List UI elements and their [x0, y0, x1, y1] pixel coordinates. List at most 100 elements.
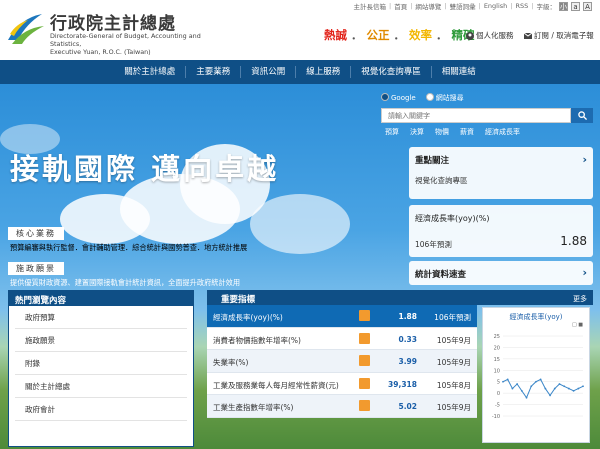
data-point[interactable]	[577, 387, 580, 390]
popular-content-title: 熱門瀏覽內容	[9, 291, 193, 306]
search-icon	[577, 111, 587, 120]
popular-content-panel: 熱門瀏覽內容 政府預算 施政願景 附錄 關於主計總處 政府會計	[8, 290, 194, 447]
indicator-row[interactable]: 經濟成長率(yoy)(%) 1.88 106年預測	[207, 305, 477, 328]
link-english[interactable]: English	[484, 2, 507, 10]
indicator-row[interactable]: 失業率(%) 3.99 105年9月	[207, 350, 477, 373]
key-indicators-header: 重要指標 更多	[207, 290, 593, 305]
indicator-period: 105年9月	[436, 335, 471, 345]
indicator-name: 消費者物價指數年增率(%)	[213, 335, 301, 345]
keyword-budget[interactable]: 預算	[385, 127, 399, 137]
y-tick-label: 15	[494, 357, 500, 363]
chevron-right-icon: ›	[582, 266, 587, 279]
link-sitemap[interactable]: 網站導覽	[415, 1, 441, 11]
link-home[interactable]: 首頁	[394, 1, 407, 11]
y-tick-label: 10	[494, 368, 500, 374]
data-point[interactable]	[520, 389, 523, 392]
radio-google[interactable]: Google	[381, 93, 416, 103]
data-point[interactable]	[535, 380, 537, 383]
radio-site-search[interactable]: 網站搜尋	[426, 93, 464, 103]
indicator-value: 5.02	[398, 402, 417, 411]
focus-card-link[interactable]: 視覺化查詢專區	[415, 175, 468, 186]
indicator-period: 105年8月	[436, 380, 471, 390]
font-size-large[interactable]: A	[583, 1, 592, 11]
chart-title: 經濟成長率(yoy)	[509, 313, 563, 321]
data-point[interactable]	[567, 387, 570, 390]
popular-item-appendix[interactable]: 附錄	[15, 352, 187, 375]
data-point[interactable]	[539, 378, 542, 381]
data-point[interactable]	[506, 378, 509, 381]
indicator-name: 工業生產指數年增率(%)	[213, 403, 294, 412]
data-point[interactable]	[502, 380, 504, 383]
org-name-cn[interactable]: 行政院主計總處	[50, 9, 176, 34]
nav-visual-query[interactable]: 視覺化查詢專區	[350, 66, 431, 78]
indicator-row[interactable]: 消費者物價指數年增率(%) 0.33 105年9月	[207, 327, 477, 350]
chart-icon[interactable]	[359, 310, 370, 321]
indicator-name: 經濟成長率(yoy)(%)	[213, 313, 283, 322]
keyword-salary[interactable]: 薪資	[460, 127, 474, 137]
font-size-small[interactable]: 小	[559, 1, 568, 11]
y-tick-label: -5	[495, 403, 500, 409]
org-name-en-line2: Executive Yuan, R.O.C. (Taiwan)	[50, 48, 151, 56]
data-point[interactable]	[549, 394, 551, 397]
y-tick-label: 0	[497, 391, 500, 397]
chart-plot: 25 20 15 10 5 0 -5 -10	[492, 334, 584, 420]
link-rss[interactable]: RSS	[516, 2, 529, 10]
nav-main-business[interactable]: 主要業務	[185, 66, 240, 78]
data-point[interactable]	[525, 396, 528, 399]
search-input[interactable]	[381, 108, 571, 123]
chart-icon[interactable]	[359, 377, 370, 389]
y-tick-label: 5	[497, 380, 500, 386]
data-point[interactable]	[572, 389, 575, 392]
indicator-row[interactable]: 工業及服務業每人每月經常性薪資(元) 39,318 105年8月	[207, 372, 477, 395]
subscribe-label: 訂閱 / 取消電子報	[534, 31, 594, 40]
data-point[interactable]	[516, 383, 519, 385]
keyword-final-accounts[interactable]: 決算	[410, 127, 424, 137]
data-point[interactable]	[558, 383, 561, 385]
growth-chart: 經濟成長率(yoy) □ ■ 25 20 15 10 5 0 -5 -10	[482, 307, 590, 443]
quick-stats-title: 統計資料速查	[415, 270, 467, 280]
popular-item-gov-budget[interactable]: 政府預算	[15, 306, 187, 329]
data-point[interactable]	[530, 385, 533, 388]
hero-title: 接軌國際 邁向卓越	[10, 152, 280, 186]
nav-about[interactable]: 關於主計總處	[114, 66, 185, 78]
indicator-value: 3.99	[398, 357, 417, 366]
popular-item-vision[interactable]: 施政願景	[15, 329, 187, 352]
link-director-mailbox[interactable]: 主計長信箱	[354, 1, 387, 11]
chart-icon[interactable]	[359, 400, 370, 411]
indicator-value: 0.33	[398, 334, 417, 344]
chart-icon[interactable]	[359, 332, 370, 344]
popular-item-about[interactable]: 關於主計總處	[15, 375, 187, 398]
nav-info-disclosure[interactable]: 資訊公開	[240, 66, 295, 78]
key-indicators-title: 重要指標	[221, 295, 256, 305]
data-point[interactable]	[553, 387, 556, 390]
dgbas-logo[interactable]	[6, 10, 46, 48]
gdp-card-title: 經濟成長率(yoy)(%)	[415, 214, 490, 223]
personal-service-link[interactable]: 個人化服務	[466, 30, 514, 41]
nav-online-services[interactable]: 線上服務	[295, 66, 350, 78]
chart-icon[interactable]	[359, 355, 370, 366]
data-point[interactable]	[563, 385, 566, 388]
y-tick-label: 25	[494, 334, 500, 340]
org-name-en-line1: Directorate-General of Budget, Accountin…	[50, 32, 201, 48]
keyword-growth[interactable]: 經濟成長率	[485, 127, 520, 137]
org-name-en: Directorate-General of Budget, Accountin…	[50, 32, 220, 56]
data-point[interactable]	[544, 387, 547, 390]
link-glossary[interactable]: 雙語詞彙	[450, 1, 476, 11]
subscribe-link[interactable]: 訂閱 / 取消電子報	[524, 30, 594, 41]
quick-stats-card[interactable]: 統計資料速查 ›	[409, 261, 593, 285]
data-point[interactable]	[511, 387, 514, 390]
data-point[interactable]	[582, 385, 584, 388]
more-link[interactable]: 更多	[573, 294, 587, 304]
indicator-row[interactable]: 工業生產指數年增率(%) 5.02 105年9月	[207, 395, 477, 418]
font-size-medium[interactable]: a	[571, 1, 580, 11]
search-button[interactable]	[571, 108, 593, 123]
popular-item-gov-accounting[interactable]: 政府會計	[15, 398, 187, 421]
keyword-prices[interactable]: 物價	[435, 127, 449, 137]
focus-card[interactable]: 重點關注 › 視覺化查詢專區	[409, 147, 593, 199]
hot-keywords: 預算 決算 物價 薪資 經濟成長率	[381, 127, 593, 137]
main-nav: 關於主計總處 主要業務 資訊公開 線上服務 視覺化查詢專區 相關連結	[0, 60, 600, 84]
gdp-card[interactable]: 經濟成長率(yoy)(%) 106年預測 1.88	[409, 205, 593, 257]
nav-related-links[interactable]: 相關連結	[430, 66, 486, 78]
font-size-label: 字級：	[536, 3, 557, 11]
vision-text: 提供優質財政資源、建置國際接軌會計統計資訊，全面提升政府統計效用	[10, 278, 241, 287]
